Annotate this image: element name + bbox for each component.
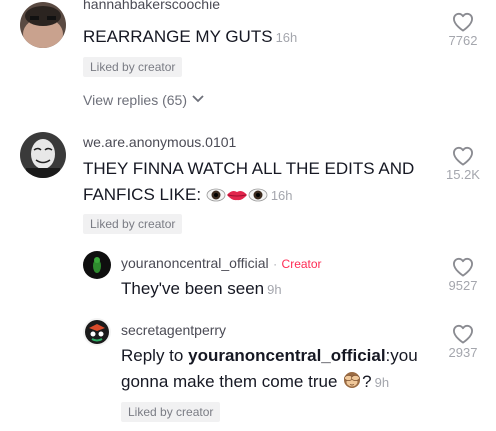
comment-body-line2-wrap: FANFICS LIKE: 16h <box>83 182 414 209</box>
view-replies-button[interactable]: View replies (65) <box>83 92 205 108</box>
timestamp: 16h <box>275 30 298 45</box>
like-count: 15.2K <box>446 167 480 182</box>
like-button[interactable]: 9527 <box>441 257 485 293</box>
comment-body-line2: FANFICS LIKE: <box>83 185 202 204</box>
timestamp: 9h <box>374 375 390 390</box>
heart-outline-icon[interactable] <box>452 324 474 344</box>
like-button[interactable]: 15.2K <box>441 146 485 182</box>
reply-username[interactable]: youranoncentral_official <box>121 255 269 271</box>
comment-body-line1: THEY FINNA WATCH ALL THE EDITS AND <box>83 159 415 178</box>
reply-prefix: Reply to <box>121 346 184 365</box>
liked-by-creator-badge: Liked by creator <box>83 57 183 77</box>
avatar[interactable] <box>83 318 111 346</box>
liked-by-creator-badge: Liked by creator <box>83 214 183 234</box>
avatar[interactable] <box>20 2 66 48</box>
heart-outline-icon[interactable] <box>452 12 474 32</box>
like-count: 2937 <box>448 345 478 360</box>
eye-emoji <box>248 188 268 202</box>
liked-by-creator-badge: Liked by creator <box>121 402 221 422</box>
comment-text: REARRANGE MY GUTS 16h <box>83 24 297 51</box>
comment-body: REARRANGE MY GUTS <box>83 27 273 46</box>
reply-username[interactable]: secretagentperry <box>121 322 226 338</box>
reply-body-line2-wrap: gonna make them come true ? 9h <box>121 369 418 396</box>
like-count: 9527 <box>448 278 478 293</box>
reply-body-rest: :you <box>385 346 418 365</box>
timestamp: 16h <box>270 188 293 203</box>
timestamp: 9h <box>267 282 282 297</box>
like-count: 7762 <box>448 33 478 48</box>
heart-outline-icon[interactable] <box>452 146 474 166</box>
mention-link[interactable]: youranoncentral_official <box>188 346 385 365</box>
view-replies-label[interactable]: View replies (65) <box>83 92 187 108</box>
lips-emoji <box>226 191 247 201</box>
comment-text: THEY FINNA WATCH ALL THE EDITS AND FANFI… <box>83 156 414 209</box>
comment-username[interactable]: we.are.anonymous.0101 <box>83 134 236 150</box>
heart-outline-icon[interactable] <box>452 257 474 277</box>
like-button[interactable]: 2937 <box>441 324 485 360</box>
like-button[interactable]: 7762 <box>441 12 485 48</box>
creator-label: Creator <box>281 257 322 271</box>
comment-username[interactable]: hannahbakerscoochie <box>83 0 220 12</box>
reply-body-line2: gonna make them come true <box>121 372 338 391</box>
separator: · <box>273 257 278 271</box>
reply-body-suffix: ? <box>362 372 372 391</box>
reply-text: Reply to youranoncentral_official:you go… <box>121 343 418 396</box>
avatar[interactable] <box>20 132 66 178</box>
chevron-down-icon <box>192 95 204 103</box>
see-no-evil-monkey-emoji <box>344 372 361 388</box>
reply-body-line1: Reply to youranoncentral_official:you <box>121 343 418 369</box>
reply-body: They've been seen <box>121 279 265 298</box>
avatar[interactable] <box>83 251 111 279</box>
reply-text: They've been seen 9h <box>121 276 282 303</box>
eye-emoji <box>206 188 226 202</box>
reply-header: youranoncentral_official · Creator <box>121 255 322 273</box>
